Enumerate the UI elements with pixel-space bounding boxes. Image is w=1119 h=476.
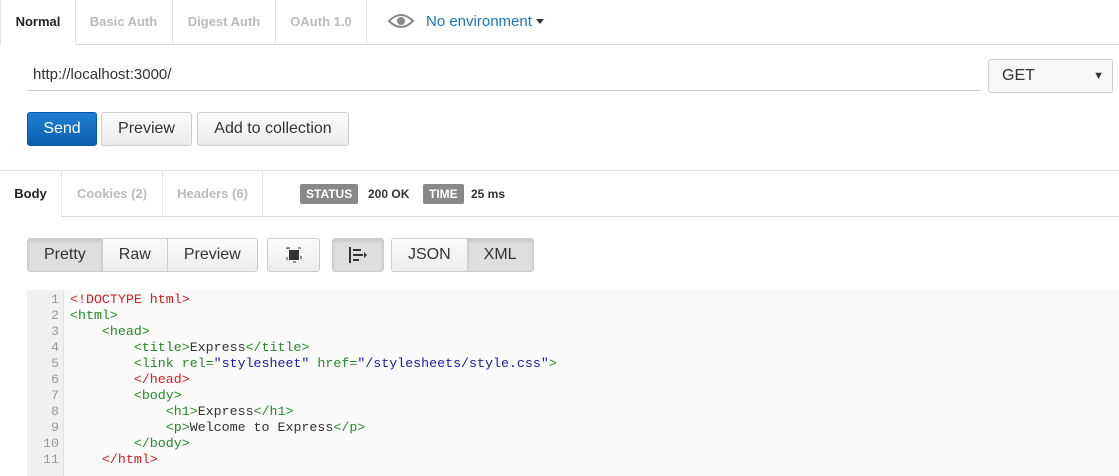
environment-label: No environment (426, 12, 532, 30)
wrap-lines-icon (349, 247, 367, 263)
method-value: GET (1002, 67, 1035, 84)
code-token: > (548, 356, 557, 371)
tab-body[interactable]: Body (0, 171, 62, 217)
code-text: <title>Express</title> (70, 340, 310, 356)
format-json[interactable]: JSON (392, 239, 468, 271)
code-token: </body> (133, 436, 190, 451)
code-text: <html> (70, 308, 118, 324)
code-token: </head> (133, 372, 190, 387)
code-text: <link rel="stylesheet" href="/stylesheet… (70, 356, 557, 372)
line-number: 2 (51, 308, 59, 323)
tab-basic-auth[interactable]: Basic Auth (75, 0, 173, 44)
add-to-collection-button[interactable]: Add to collection (197, 112, 349, 146)
line-number: 11 (43, 452, 59, 467)
code-text: <h1>Express</h1> (70, 404, 294, 420)
code-token: </title> (245, 340, 310, 355)
code-token: <head> (101, 324, 150, 339)
line-number: 4 (51, 340, 59, 355)
line-number: 10 (43, 436, 59, 451)
line-number: 5 (51, 356, 59, 371)
response-tab-bar: Body Cookies (2) Headers (6) STATUS 200 … (0, 171, 1119, 217)
code-text: <!DOCTYPE html> (70, 292, 190, 308)
line-number: 7 (51, 388, 59, 403)
auth-tab-bar: Normal Basic Auth Digest Auth OAuth 1.0 … (0, 0, 1119, 45)
code-token: Express (189, 340, 246, 355)
code-token: "stylesheet" (213, 356, 310, 371)
tab-digest-auth[interactable]: Digest Auth (173, 0, 276, 44)
tab-headers[interactable]: Headers (6) (163, 171, 263, 216)
view-mode-group: Pretty Raw Preview (27, 238, 258, 272)
wrap-lines-button[interactable] (332, 238, 384, 272)
code-token: <body> (133, 388, 182, 403)
code-token: <html> (70, 308, 118, 323)
code-token: Express (197, 404, 254, 419)
format-group: JSON XML (391, 238, 534, 272)
tab-normal[interactable]: Normal (0, 0, 76, 45)
fullscreen-icon (286, 247, 301, 263)
url-input[interactable] (27, 59, 981, 91)
line-number: 1 (51, 292, 59, 307)
code-token: <link (133, 356, 182, 371)
code-token: </p> (333, 420, 366, 435)
code-text: </body> (70, 436, 190, 452)
line-number: 3 (51, 324, 59, 339)
code-token: href= (309, 356, 358, 371)
dropdown-arrow-icon: ▼ (1093, 70, 1104, 82)
preview-button[interactable]: Preview (101, 112, 192, 146)
line-number: 9 (51, 420, 59, 435)
code-text: <head> (70, 324, 150, 340)
status-badge: STATUS (300, 184, 359, 204)
tab-oauth[interactable]: OAuth 1.0 (276, 0, 367, 44)
tab-cookies[interactable]: Cookies (2) (62, 171, 163, 216)
mode-preview[interactable]: Preview (167, 239, 257, 271)
environment-selector[interactable]: No environment (388, 10, 544, 32)
format-xml[interactable]: XML (467, 239, 533, 271)
code-token: </html> (101, 452, 158, 467)
status-value: 200 OK (368, 187, 410, 201)
code-text: </html> (70, 452, 158, 468)
code-text: <p>Welcome to Express</p> (70, 420, 366, 436)
code-token: "/stylesheets/style.css" (357, 356, 549, 371)
code-token: <h1> (165, 404, 198, 419)
line-number: 8 (51, 404, 59, 419)
code-token: <title> (133, 340, 190, 355)
line-number: 6 (51, 372, 59, 387)
code-token: Welcome to Express (189, 420, 334, 435)
code-token: </h1> (253, 404, 294, 419)
code-token: rel= (181, 356, 214, 371)
code-text: </head> (70, 372, 190, 388)
time-badge: TIME (423, 184, 464, 204)
mode-raw[interactable]: Raw (102, 239, 168, 271)
time-value: 25 ms (471, 187, 506, 201)
eye-icon (388, 14, 414, 28)
mode-pretty[interactable]: Pretty (28, 239, 103, 271)
chevron-down-icon (535, 18, 544, 24)
code-text: <body> (70, 388, 182, 404)
code-token: <p> (165, 420, 190, 435)
fullscreen-button[interactable] (267, 238, 320, 272)
send-button[interactable]: Send (27, 112, 97, 146)
code-token: <!DOCTYPE html> (70, 292, 190, 307)
response-code-view[interactable]: 1 <!DOCTYPE html> 2 <html> 3 <head> 4 <title>… (27, 290, 1119, 476)
method-select[interactable]: GET ▼ (988, 59, 1113, 93)
